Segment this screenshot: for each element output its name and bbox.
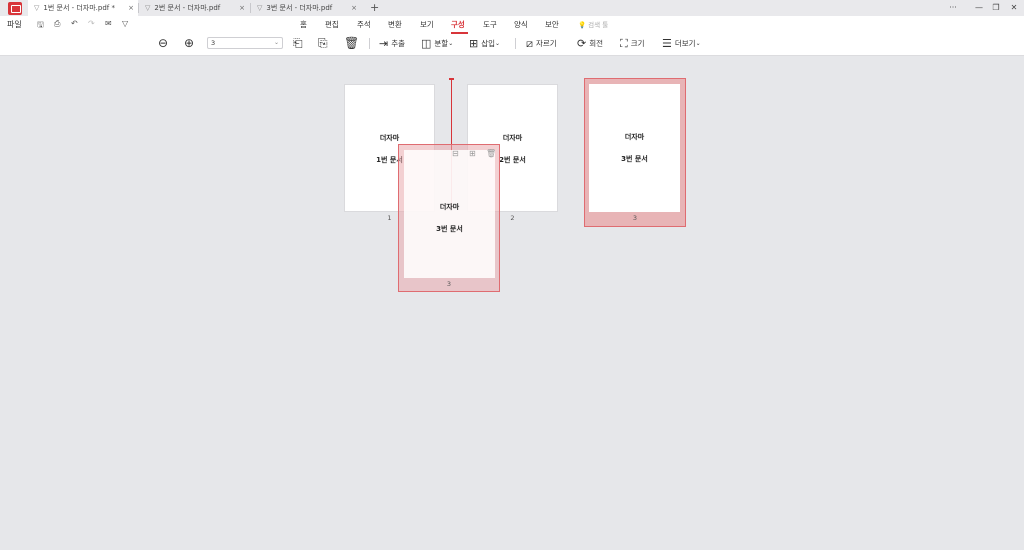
page-number: 3: [632, 214, 638, 222]
minimize-button[interactable]: —: [970, 0, 988, 16]
close-tab-icon[interactable]: ×: [351, 4, 357, 12]
menu-convert[interactable]: 변환: [388, 19, 402, 30]
selected-page-frame[interactable]: 더자마 3번 문서 3: [584, 78, 686, 227]
zoom-select[interactable]: 3 ⌄: [207, 37, 283, 49]
close-window-button[interactable]: ✕: [1005, 0, 1023, 16]
rotate-icon: ⟳: [577, 37, 587, 50]
chevron-down-icon: ⌄: [695, 40, 701, 47]
redo-icon[interactable]: ↷: [88, 19, 95, 28]
insert-button[interactable]: ⊞ 삽입 ⌄: [469, 37, 500, 50]
toolbar-separator: [369, 38, 370, 49]
extract-button[interactable]: ⇥ 추출: [379, 37, 405, 50]
pdf-file-icon: ▽: [145, 4, 151, 12]
crop-label: 자르기: [536, 39, 557, 48]
crop-button[interactable]: ⧄ 자르기: [526, 37, 557, 50]
size-button[interactable]: ⛶ 크기: [620, 37, 645, 50]
active-menu-indicator: [451, 32, 468, 34]
crop-icon: ⧄: [526, 36, 533, 50]
insert-before-icon: ⊟: [452, 149, 459, 158]
menu-view[interactable]: 보기: [420, 19, 434, 30]
tab-label: 1번 문서 - 더자마.pdf *: [43, 4, 115, 12]
page-title: 더자마: [502, 134, 523, 142]
size-label: 크기: [630, 39, 645, 48]
close-tab-icon[interactable]: ×: [239, 4, 245, 12]
tab-document-3[interactable]: ▽ 3번 문서 - 더자마.pdf ×: [251, 0, 361, 16]
page-before-icon[interactable]: ⎗: [293, 36, 303, 50]
insert-label: 삽입: [481, 39, 496, 48]
app-logo-icon[interactable]: [8, 2, 22, 15]
close-tab-icon[interactable]: ×: [128, 4, 134, 12]
chevron-down-icon: ⌄: [273, 39, 279, 46]
chevron-down-icon: ⌄: [495, 40, 501, 47]
menu-home[interactable]: 홈: [300, 19, 307, 30]
lightbulb-icon: 💡: [578, 21, 587, 29]
new-tab-button[interactable]: +: [370, 0, 379, 16]
split-button[interactable]: ◫ 분할 ⌄: [421, 37, 453, 50]
drag-preview: 더자마 3번 문서 ⊟ ⊞ 🗑 3: [398, 144, 500, 292]
menu-forms[interactable]: 양식: [514, 19, 528, 30]
restore-button[interactable]: ❐: [987, 0, 1005, 16]
pdf-file-icon: ▽: [257, 4, 263, 12]
print-icon[interactable]: ⎙: [54, 19, 60, 29]
insert-after-icon: ⊞: [469, 149, 476, 158]
title-bar: ▽ 1번 문서 - 더자마.pdf * × ▽ 2번 문서 - 더자마.pdf …: [0, 0, 1024, 16]
tab-document-2[interactable]: ▽ 2번 문서 - 더자마.pdf ×: [139, 0, 249, 16]
insert-icon: ⊞: [469, 37, 479, 50]
page-title: 더자마: [439, 203, 460, 211]
customize-icon[interactable]: ▽: [122, 19, 128, 28]
undo-icon[interactable]: ↶: [71, 19, 78, 28]
menu-organize[interactable]: 구성: [451, 19, 465, 30]
toolbar-separator: [515, 38, 516, 49]
menu-tools[interactable]: 도구: [483, 19, 497, 30]
more-label: 더보기: [674, 39, 696, 48]
page-number: 3: [446, 280, 452, 288]
trash-icon: 🗑: [486, 149, 497, 158]
page-after-icon[interactable]: ⎘: [318, 36, 328, 50]
rotate-button[interactable]: ⟳ 회전: [577, 37, 603, 50]
ribbon: 파일 🖫 ⎙ ↶ ↷ ✉ ▽ 홈 편집 주석 변환 보기 구성 도구 양식 보안…: [0, 16, 1024, 56]
page-thumbnail-3[interactable]: 더자마 3번 문서: [589, 84, 680, 212]
zoom-in-icon[interactable]: ⊕: [184, 36, 194, 50]
save-icon[interactable]: 🖫: [37, 19, 44, 33]
page-subtitle: 3번 문서: [436, 225, 463, 233]
zoom-out-icon[interactable]: ⊖: [158, 36, 168, 50]
menu-comment[interactable]: 주석: [357, 19, 371, 30]
file-menu[interactable]: 파일: [7, 19, 22, 30]
page-title: 더자마: [624, 133, 645, 141]
search-tools-field[interactable]: 💡 검색 툴: [578, 19, 608, 29]
delete-page-icon[interactable]: 🗑: [344, 36, 359, 50]
more-options-button[interactable]: ···: [944, 0, 962, 16]
menu-edit[interactable]: 편집: [325, 19, 339, 30]
split-label: 분할: [434, 39, 449, 48]
zoom-value: 3: [211, 39, 216, 47]
resize-icon: ⛶: [620, 36, 628, 50]
list-icon: ☰: [662, 37, 672, 50]
drag-preview-page: 더자마 3번 문서: [404, 150, 495, 278]
tab-document-1[interactable]: ▽ 1번 문서 - 더자마.pdf * ×: [28, 0, 138, 16]
menu-security[interactable]: 보안: [545, 19, 559, 30]
extract-icon: ⇥: [379, 37, 389, 50]
split-icon: ◫: [421, 37, 432, 50]
tab-label: 2번 문서 - 더자마.pdf: [154, 4, 221, 12]
pdf-file-icon: ▽: [34, 4, 40, 12]
page-subtitle: 3번 문서: [621, 155, 648, 163]
chevron-down-icon: ⌄: [448, 40, 454, 47]
extract-label: 추출: [391, 39, 406, 48]
rotate-label: 회전: [589, 39, 604, 48]
mail-icon[interactable]: ✉: [105, 19, 112, 28]
more-button[interactable]: ☰ 더보기 ⌄: [662, 37, 701, 50]
search-tools-placeholder: 검색 툴: [588, 21, 609, 29]
page-title: 더자마: [379, 134, 400, 142]
tab-label: 3번 문서 - 더자마.pdf: [266, 4, 333, 12]
